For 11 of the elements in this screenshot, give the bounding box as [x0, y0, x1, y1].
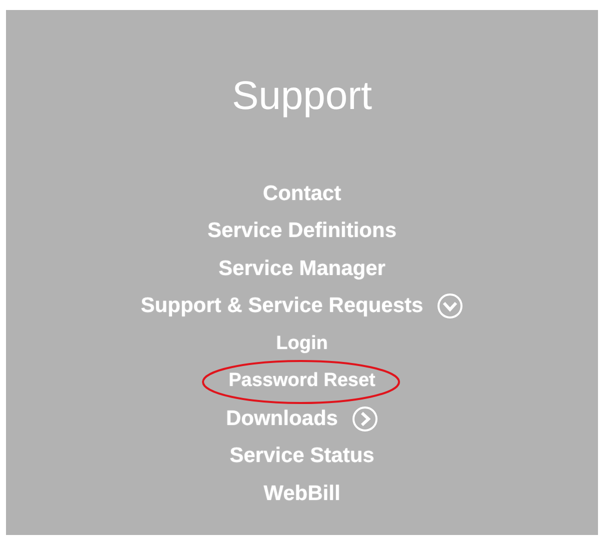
menu-link[interactable]: Service Manager: [218, 256, 386, 281]
menu-link[interactable]: Downloads: [226, 406, 338, 431]
menu-link[interactable]: Support & Service Requests: [140, 294, 424, 318]
section-title: Support: [232, 74, 372, 119]
submenu-link[interactable]: Login: [276, 332, 328, 355]
menu-link[interactable]: WebBill: [264, 482, 340, 506]
chevron-down-circle-icon[interactable]: [437, 293, 464, 320]
menu-link[interactable]: Service Status: [230, 444, 374, 468]
menu-link[interactable]: Contact: [262, 182, 342, 206]
chevron-right-circle-icon[interactable]: [352, 406, 378, 432]
menu-link[interactable]: Service Definitions: [207, 219, 397, 244]
